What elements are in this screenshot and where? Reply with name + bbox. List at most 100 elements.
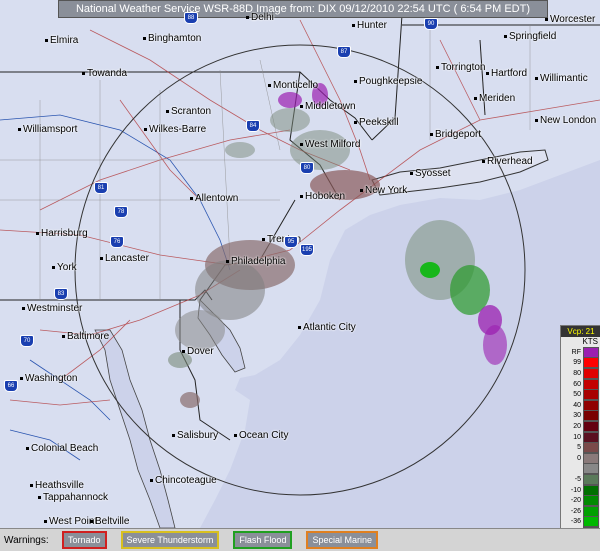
city-label: Hartford bbox=[486, 68, 527, 79]
legend-value-label: RF bbox=[571, 348, 581, 356]
city-label: Allentown bbox=[190, 193, 238, 204]
legend-value-label: 99 bbox=[573, 359, 581, 367]
city-label: Ocean City bbox=[234, 430, 288, 441]
warning-flash-flood: Flash Flood bbox=[233, 531, 293, 549]
interstate-shield: 70 bbox=[20, 335, 34, 347]
city-label: Hunter bbox=[352, 20, 387, 31]
legend-value-label: 30 bbox=[573, 412, 581, 420]
city-label: Peekskill bbox=[354, 117, 398, 128]
city-label: Harrisburg bbox=[36, 228, 88, 239]
city-label: Towanda bbox=[82, 68, 127, 79]
interstate-shield: 78 bbox=[114, 206, 128, 218]
city-label: Torrington bbox=[436, 62, 485, 73]
interstate-shield: 66 bbox=[4, 380, 18, 392]
legend-swatch bbox=[583, 346, 599, 358]
legend-value-label: 0 bbox=[577, 454, 581, 462]
city-label: Chincoteague bbox=[150, 475, 217, 486]
legend-row: -36 bbox=[561, 516, 600, 528]
legend-value-label: 40 bbox=[573, 401, 581, 409]
legend-swatch bbox=[583, 516, 599, 528]
city-label: Tappahannock bbox=[38, 492, 108, 503]
interstate-shield: 83 bbox=[54, 288, 68, 300]
city-label: Springfield bbox=[504, 31, 556, 42]
city-label: Binghamton bbox=[143, 33, 201, 44]
city-label: Atlantic City bbox=[298, 322, 356, 333]
interstate-shield: 80 bbox=[300, 162, 314, 174]
legend-swatch bbox=[583, 399, 599, 411]
city-label: Bridgeport bbox=[430, 129, 481, 140]
legend-value-label: 20 bbox=[573, 422, 581, 430]
city-label: Delhi bbox=[246, 12, 274, 23]
city-label: New York bbox=[360, 185, 407, 196]
legend-swatch bbox=[583, 452, 599, 464]
legend-value-label: -20 bbox=[570, 497, 581, 505]
city-label: Riverhead bbox=[482, 156, 533, 167]
city-label: Monticello bbox=[268, 80, 318, 91]
warning-special-marine: Special Marine bbox=[306, 531, 378, 549]
city-label: Westminster bbox=[22, 303, 82, 314]
legend-swatch bbox=[583, 431, 599, 443]
warnings-bar: Warnings: Tornado Severe Thunderstorm Fl… bbox=[0, 528, 600, 551]
legend-value-label: -26 bbox=[570, 507, 581, 515]
warnings-label: Warnings: bbox=[4, 534, 49, 546]
legend-row: 50 bbox=[561, 389, 600, 401]
legend-swatch bbox=[583, 378, 599, 390]
legend-row: RF bbox=[561, 346, 600, 358]
legend-swatch bbox=[583, 473, 599, 485]
legend-row: -26 bbox=[561, 505, 600, 517]
city-label: Elmira bbox=[45, 35, 78, 46]
legend-swatch bbox=[583, 420, 599, 432]
legend-row: 99 bbox=[561, 357, 600, 369]
interstate-shield: 90 bbox=[424, 18, 438, 30]
legend-swatch bbox=[583, 357, 599, 369]
legend-row: -10 bbox=[561, 484, 600, 496]
legend-row: 0 bbox=[561, 452, 600, 464]
legend-row: 5 bbox=[561, 442, 600, 454]
image-title: National Weather Service WSR-88D Image f… bbox=[58, 0, 548, 18]
legend-rows: RF998060504030201050-5-10-20-26-36-50-64… bbox=[561, 346, 600, 528]
legend-swatch bbox=[583, 495, 599, 507]
interstate-shield: 195 bbox=[300, 244, 314, 256]
interstate-shield: 95 bbox=[284, 236, 298, 248]
city-label: Lancaster bbox=[100, 253, 149, 264]
legend-header: Vcp: 21 bbox=[561, 326, 600, 337]
legend-row: -5 bbox=[561, 473, 600, 485]
city-label: Philadelphia bbox=[226, 256, 286, 267]
city-label: Worcester bbox=[545, 14, 595, 25]
legend-row: 40 bbox=[561, 399, 600, 411]
legend-value-label: 50 bbox=[573, 391, 581, 399]
radar-viewer: National Weather Service WSR-88D Image f… bbox=[0, 0, 600, 551]
city-label: Poughkeepsie bbox=[354, 76, 422, 87]
interstate-shield: 88 bbox=[184, 12, 198, 24]
radar-map: National Weather Service WSR-88D Image f… bbox=[0, 0, 600, 528]
city-label: Middletown bbox=[300, 101, 356, 112]
legend-value-label: -10 bbox=[570, 486, 581, 494]
legend-value-label: 60 bbox=[573, 380, 581, 388]
city-label: Salisbury bbox=[172, 430, 218, 441]
legend-swatch bbox=[583, 410, 599, 422]
city-label: Scranton bbox=[166, 106, 211, 117]
legend-row: 10 bbox=[561, 431, 600, 443]
legend-value-label: 5 bbox=[577, 444, 581, 452]
city-label: Heathsville bbox=[30, 480, 84, 491]
city-label: Willimantic bbox=[535, 73, 588, 84]
warning-severe-thunderstorm: Severe Thunderstorm bbox=[120, 531, 220, 549]
legend-row: 80 bbox=[561, 367, 600, 379]
city-label: Beltville bbox=[90, 516, 129, 527]
interstate-shield: 87 bbox=[337, 46, 351, 58]
city-label: Hoboken bbox=[300, 191, 345, 202]
city-label: Williamsport bbox=[18, 124, 77, 135]
city-label: Dover bbox=[182, 346, 214, 357]
legend-swatch bbox=[583, 505, 599, 517]
interstate-shield: 84 bbox=[246, 120, 260, 132]
ocean bbox=[200, 160, 600, 528]
legend-row: -20 bbox=[561, 495, 600, 507]
velocity-legend: Vcp: 21 KTS RF 99 80 60 50 40 30 20 10 5 0 -5 -10 -20… bbox=[560, 325, 600, 528]
legend-swatch bbox=[583, 389, 599, 401]
interstate-shield: 76 bbox=[110, 236, 124, 248]
legend-value-label: 80 bbox=[573, 369, 581, 377]
legend-value-label: -36 bbox=[570, 518, 581, 526]
city-label: Meriden bbox=[474, 93, 515, 104]
legend-swatch bbox=[583, 442, 599, 454]
legend-swatch bbox=[583, 484, 599, 496]
